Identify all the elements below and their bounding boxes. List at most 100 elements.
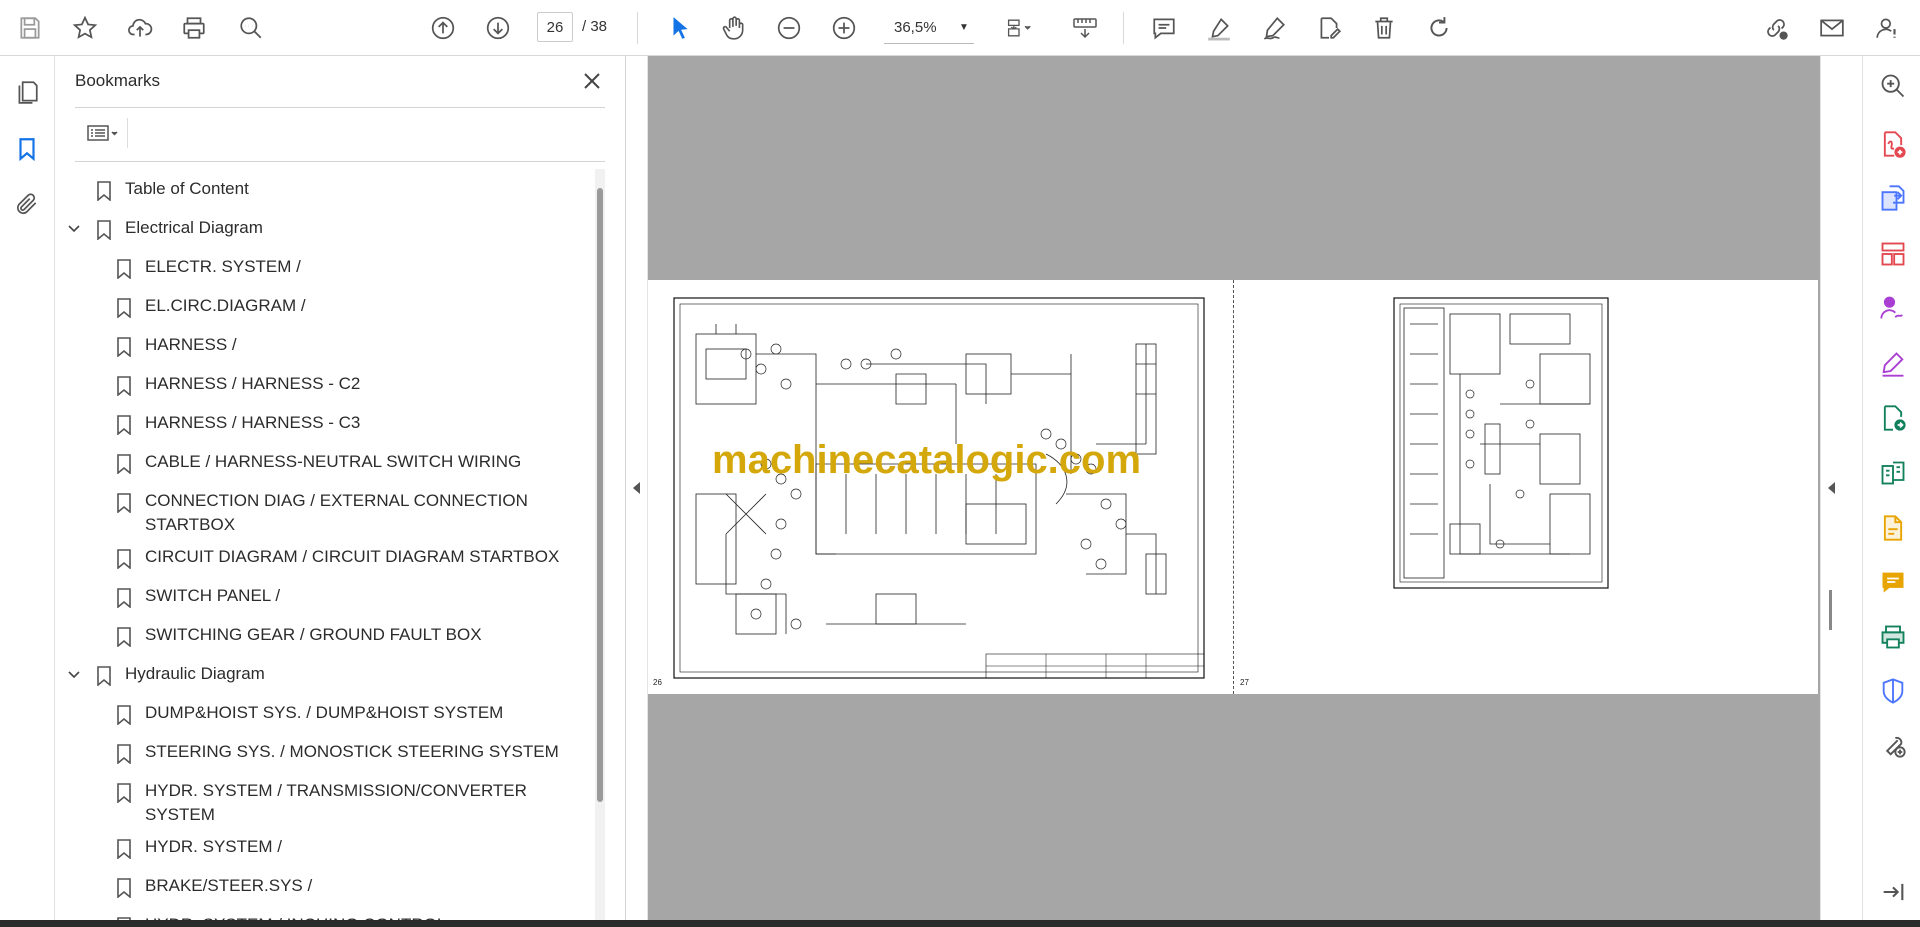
zoom-search-icon[interactable] <box>1877 70 1909 102</box>
bookmark-label: HYDR. SYSTEM / <box>145 837 282 856</box>
create-pdf-icon[interactable] <box>1877 128 1909 160</box>
bookmark-label: EL.CIRC.DIAGRAM / <box>145 296 306 315</box>
bookmark-item[interactable]: HYDR. SYSTEM / INCHING CONTROL <box>55 905 595 920</box>
compare-files-icon[interactable] <box>1877 457 1909 489</box>
scroll-mode-icon[interactable] <box>1066 10 1104 46</box>
edit-pdf-icon[interactable] <box>1311 10 1347 46</box>
document-viewport[interactable]: 26 27 <box>648 56 1820 920</box>
draw-icon[interactable] <box>1256 10 1292 46</box>
page-total-label: / 38 <box>582 18 608 35</box>
left-page-number: 26 <box>653 678 662 687</box>
bookmark-item[interactable]: CIRCUIT DIAGRAM / CIRCUIT DIAGRAM STARTB… <box>55 537 595 576</box>
bookmark-list: Table of Content Electrical Diagram ELECTR… <box>55 169 595 920</box>
account-icon[interactable] <box>1870 10 1906 46</box>
bookmark-label: CIRCUIT DIAGRAM / CIRCUIT DIAGRAM STARTB… <box>145 547 560 566</box>
bookmark-icon <box>117 376 131 396</box>
bookmark-label: HYDR. SYSTEM / TRANSMISSION/CONVERTER SY… <box>145 781 527 824</box>
highlight-icon[interactable] <box>1201 10 1237 46</box>
right-tools-rail <box>1862 56 1920 920</box>
request-signatures-icon[interactable] <box>1877 292 1909 324</box>
previous-page-button[interactable] <box>425 10 461 46</box>
bookmark-label: HARNESS / HARNESS - C2 <box>145 374 361 393</box>
save-icon[interactable] <box>12 10 48 46</box>
rotate-icon[interactable] <box>1421 10 1457 46</box>
bookmark-item[interactable]: Electrical Diagram <box>55 208 595 247</box>
document-scrollbar-thumb[interactable] <box>1829 590 1832 630</box>
chevron-down-icon: ▼ <box>959 22 969 33</box>
bookmark-label: HARNESS / <box>145 335 237 354</box>
zoom-out-button[interactable] <box>771 10 807 46</box>
bookmark-icon <box>117 839 131 859</box>
divider <box>75 161 605 162</box>
divider <box>75 107 605 108</box>
bookmark-item[interactable]: HARNESS / <box>55 325 595 364</box>
fill-and-sign-icon[interactable] <box>1877 348 1909 380</box>
bookmark-item[interactable]: CONNECTION DIAG / EXTERNAL CONNECTION ST… <box>55 481 595 537</box>
bookmark-label: HYDR. SYSTEM / INCHING CONTROL <box>145 905 585 920</box>
bookmark-item[interactable]: HYDR. SYSTEM / TRANSMISSION/CONVERTER SY… <box>55 771 595 827</box>
organize-pages-icon[interactable] <box>1877 238 1909 270</box>
page-display-icon[interactable] <box>996 10 1042 46</box>
chevron-down-icon[interactable] <box>67 222 81 236</box>
attachments-icon[interactable] <box>8 185 46 223</box>
star-icon[interactable] <box>67 10 103 46</box>
bookmarks-panel-title: Bookmarks <box>75 71 161 90</box>
export-pdf-icon[interactable] <box>1877 182 1909 214</box>
bookmarks-scrollbar-thumb[interactable] <box>597 188 603 802</box>
bookmark-icon <box>117 588 131 608</box>
email-icon[interactable] <box>1814 10 1850 46</box>
bookmarks-panel: Bookmarks Table of Content Electrical Dia… <box>55 56 626 920</box>
expand-panel-icon[interactable] <box>1877 876 1909 908</box>
hand-tool-icon[interactable] <box>716 10 752 46</box>
bookmark-label: STEERING SYS. / MONOSTICK STEERING SYSTE… <box>145 742 559 761</box>
bookmark-item[interactable]: ELECTR. SYSTEM / <box>55 247 595 286</box>
collapse-left-panel-button[interactable] <box>626 56 648 920</box>
print-production-icon[interactable] <box>1877 621 1909 653</box>
share-link-icon[interactable] <box>1758 10 1794 46</box>
bookmark-options-button[interactable] <box>75 116 129 150</box>
page-thumbnails-icon[interactable] <box>8 73 46 111</box>
zoom-level-select[interactable]: 36,5% ▼ <box>884 12 974 44</box>
next-page-button[interactable] <box>480 10 516 46</box>
bookmark-item[interactable]: Hydraulic Diagram <box>55 654 595 693</box>
bookmark-item[interactable]: HYDR. SYSTEM / <box>55 827 595 866</box>
bookmark-item[interactable]: Table of Content <box>55 169 595 208</box>
comment-icon[interactable] <box>1146 10 1182 46</box>
bookmark-item[interactable]: CABLE / HARNESS-NEUTRAL SWITCH WIRING <box>55 442 595 481</box>
more-tools-icon[interactable] <box>1877 729 1909 761</box>
bookmark-label: HARNESS / HARNESS - C3 <box>145 413 361 432</box>
zoom-in-button[interactable] <box>826 10 862 46</box>
collapse-right-panel-button[interactable] <box>1820 56 1842 920</box>
select-tool-icon[interactable] <box>662 10 698 46</box>
bookmark-icon <box>97 666 111 686</box>
bookmark-item[interactable]: DUMP&HOIST SYS. / DUMP&HOIST SYSTEM <box>55 693 595 732</box>
top-toolbar: / 38 36,5% ▼ <box>0 0 1920 56</box>
watermark-text: machinecatalogic.com <box>712 438 1142 482</box>
bookmark-item[interactable]: EL.CIRC.DIAGRAM / <box>55 286 595 325</box>
comment-tool-icon[interactable] <box>1877 566 1909 598</box>
upload-cloud-icon[interactable] <box>122 10 158 46</box>
bookmark-item[interactable]: BRAKE/STEER.SYS / <box>55 866 595 905</box>
hydraulic-diagram-page-26 <box>673 297 1205 679</box>
print-icon[interactable] <box>176 10 212 46</box>
bookmark-item[interactable]: SWITCHING GEAR / GROUND FAULT BOX <box>55 615 595 654</box>
bookmarks-icon[interactable] <box>8 130 46 168</box>
bookmark-item[interactable]: HARNESS / HARNESS - C2 <box>55 364 595 403</box>
bookmark-label: BRAKE/STEER.SYS / <box>145 876 313 895</box>
bookmark-icon <box>117 415 131 435</box>
delete-icon[interactable] <box>1366 10 1402 46</box>
combine-files-icon[interactable] <box>1877 512 1909 544</box>
hydraulic-diagram-page-27 <box>1393 297 1609 589</box>
bookmark-item[interactable]: HARNESS / HARNESS - C3 <box>55 403 595 442</box>
bookmark-label: Table of Content <box>125 179 249 198</box>
page-number-input[interactable] <box>537 12 573 42</box>
find-text-icon[interactable] <box>233 10 269 46</box>
protect-icon[interactable] <box>1877 675 1909 707</box>
bookmark-item[interactable]: SWITCH PANEL / <box>55 576 595 615</box>
bookmark-item[interactable]: STEERING SYS. / MONOSTICK STEERING SYSTE… <box>55 732 595 771</box>
close-icon[interactable] <box>577 66 607 96</box>
bookmark-icon <box>117 259 131 279</box>
bookmark-icon <box>117 783 131 803</box>
chevron-down-icon[interactable] <box>67 668 81 682</box>
send-for-review-icon[interactable] <box>1877 402 1909 434</box>
